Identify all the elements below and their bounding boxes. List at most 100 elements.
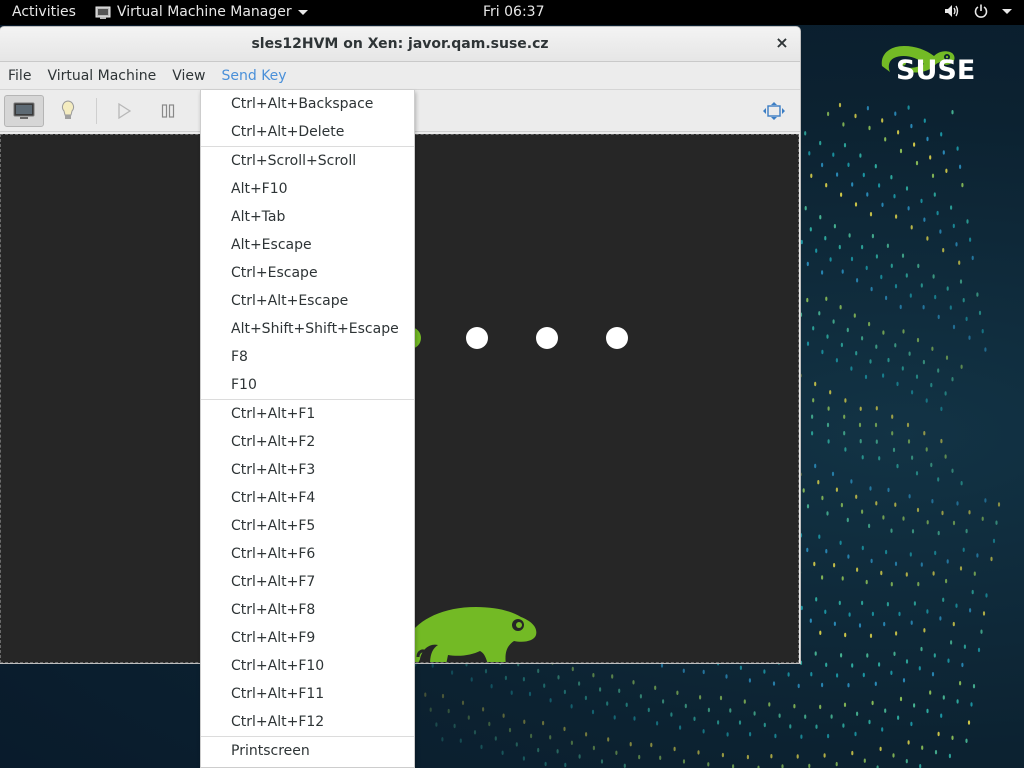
desktop-dot [763, 722, 766, 728]
send-key-menu-item[interactable]: Ctrl+Alt+F1 [201, 400, 414, 428]
desktop-dot [911, 390, 914, 395]
desktop-dot [800, 734, 803, 739]
desktop-dot [976, 292, 979, 297]
send-key-menu-item[interactable]: Ctrl+Alt+F4 [201, 484, 414, 512]
desktop-dot [871, 700, 874, 706]
desktop-dot [851, 750, 854, 756]
desktop-dot [948, 753, 952, 759]
send-key-menu-item[interactable]: F10 [201, 371, 414, 399]
fullscreen-button[interactable] [754, 95, 794, 127]
window-titlebar[interactable]: sles12HVM on Xen: javor.qam.suse.cz × [0, 27, 800, 62]
desktop-dot [942, 597, 945, 602]
send-key-menu-item[interactable]: Ctrl+Alt+F7 [201, 568, 414, 596]
send-key-menu-item[interactable]: Ctrl+Alt+Escape [201, 287, 414, 315]
run-button[interactable] [104, 95, 144, 127]
desktop-dot [853, 313, 856, 318]
send-key-menu-item[interactable]: Ctrl+Alt+F12 [201, 708, 414, 736]
menu-view[interactable]: View [172, 68, 205, 84]
desktop-dot [835, 487, 839, 492]
desktop-dot [697, 750, 700, 755]
send-key-menu-item[interactable]: Ctrl+Alt+F9 [201, 624, 414, 652]
desktop-dot [564, 762, 567, 768]
send-key-menu-item[interactable]: Alt+F10 [201, 175, 414, 203]
send-key-menu-item[interactable]: Ctrl+Escape [201, 259, 414, 287]
send-key-menu-item[interactable]: Ctrl+Alt+F11 [201, 680, 414, 708]
desktop-dot [802, 488, 805, 493]
send-key-menu-item[interactable]: F8 [201, 343, 414, 371]
desktop-dot [926, 609, 929, 614]
desktop-dot [429, 707, 432, 712]
desktop-dot [840, 342, 844, 348]
send-key-menu-item[interactable]: Alt+Tab [201, 203, 414, 231]
desktop-dot [895, 631, 898, 636]
desktop-dot [882, 330, 885, 335]
desktop-dot [480, 744, 483, 750]
send-key-menu-item[interactable]: Printscreen [201, 737, 414, 765]
desktop-dot [959, 279, 963, 284]
desktop-dot [824, 609, 827, 614]
desktop-dot [826, 334, 829, 339]
desktop-dot [937, 530, 940, 536]
desktop-dot [835, 358, 839, 363]
send-key-menu-item[interactable]: Ctrl+Alt+F2 [201, 428, 414, 456]
close-button[interactable]: × [774, 35, 790, 51]
desktop-dot [923, 628, 926, 633]
send-key-menu-item[interactable]: Ctrl+Alt+F5 [201, 512, 414, 540]
desktop-dot [875, 501, 878, 506]
desktop-dot [874, 422, 878, 428]
desktop-dot [890, 528, 893, 533]
desktop-dot [846, 517, 849, 523]
desktop-dot [937, 368, 940, 373]
desktop-dot [854, 202, 858, 207]
desktop-dot [934, 550, 937, 556]
desktop-dot [907, 439, 911, 444]
desktop-dot [826, 422, 830, 428]
desktop-dot [441, 693, 445, 699]
desktop-dot [833, 563, 836, 568]
activities-button[interactable]: Activities [12, 4, 76, 21]
suse-brand-text: SUSE [896, 55, 976, 86]
desktop-dot [743, 699, 746, 704]
show-details-button[interactable] [48, 95, 88, 127]
desktop-dot [951, 110, 954, 115]
system-tray[interactable] [944, 4, 1012, 18]
send-key-menu-item[interactable]: Ctrl+Alt+Backspace [201, 90, 414, 118]
send-key-menu-item[interactable]: Alt+Shift+Shift+Escape [201, 315, 414, 343]
desktop-dot [879, 746, 882, 752]
boot-progress-dot [606, 327, 628, 349]
desktop-dot [843, 414, 846, 419]
desktop-dot [885, 295, 888, 301]
show-console-button[interactable] [4, 95, 44, 127]
desktop-dot [844, 632, 847, 638]
desktop-dot [768, 702, 771, 707]
desktop-dot [907, 740, 910, 745]
send-key-menu-item[interactable]: Ctrl+Alt+F3 [201, 456, 414, 484]
send-key-menu-item[interactable]: Ctrl+Alt+F6 [201, 540, 414, 568]
send-key-menu-item[interactable]: Ctrl+Scroll+Scroll [201, 147, 414, 175]
desktop-dot [930, 462, 933, 468]
desktop-dot [934, 750, 938, 755]
send-key-menu-item[interactable]: Alt+Escape [201, 231, 414, 259]
pause-button[interactable] [148, 95, 188, 127]
desktop-dot [811, 414, 814, 419]
desktop-dot [818, 534, 821, 539]
desktop-dot [959, 566, 963, 571]
desktop-dot [922, 359, 926, 365]
desktop-dot [842, 723, 845, 728]
desktop-dot [937, 731, 940, 737]
clock[interactable]: Fri 06:37 [483, 4, 544, 21]
desktop-dot [978, 310, 982, 316]
desktop-dot [673, 746, 676, 752]
send-key-menu-item[interactable]: Ctrl+Alt+F8 [201, 596, 414, 624]
desktop-dot [831, 471, 835, 477]
send-key-menu-item[interactable]: Ctrl+Alt+F10 [201, 652, 414, 680]
send-key-menu-item[interactable]: Ctrl+Alt+Delete [201, 118, 414, 146]
desktop-dot [682, 759, 686, 764]
menu-send-key[interactable]: Send Key [221, 68, 286, 84]
app-menu-button[interactable]: Virtual Machine Manager [95, 4, 308, 21]
menu-file[interactable]: File [8, 68, 31, 84]
desktop-dot [932, 274, 935, 279]
desktop-dot [972, 684, 976, 689]
menu-virtual-machine[interactable]: Virtual Machine [47, 68, 156, 84]
desktop-dot [563, 726, 566, 732]
